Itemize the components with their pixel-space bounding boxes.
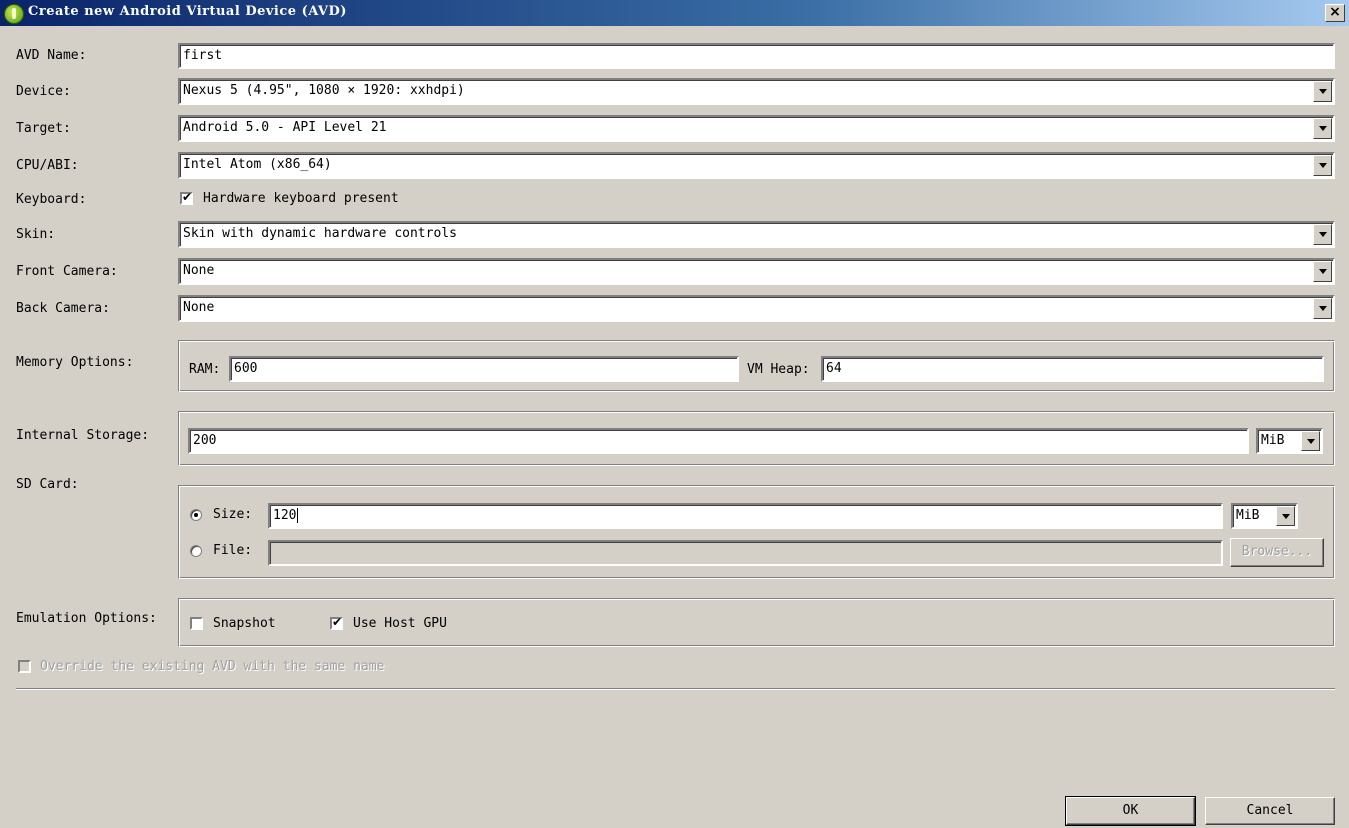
skin-value: Skin with dynamic hardware controls [183,226,457,241]
sd-size-radio[interactable] [190,509,202,521]
avd-name-value: first [183,48,223,63]
internal-storage-value: 200 [193,433,217,448]
device-value: Nexus 5 (4.95", 1080 × 1920: xxhdpi) [183,83,465,98]
use-host-gpu-checkbox[interactable] [330,615,343,630]
avd-name-input[interactable]: first [178,43,1335,69]
sd-size-input[interactable]: 120 [268,503,1223,529]
internal-storage-unit-select[interactable]: MiB [1256,428,1323,454]
internal-storage-label: Internal Storage: [16,428,150,443]
target-value: Android 5.0 - API Level 21 [183,120,387,135]
hardware-keyboard-checkbox[interactable] [180,190,193,205]
internal-storage-unit-value: MiB [1261,433,1285,448]
sd-size-label: Size: [213,507,253,522]
ram-label: RAM: [189,362,221,377]
vm-heap-input[interactable]: 64 [821,356,1324,382]
back-camera-select[interactable]: None [178,295,1335,322]
cpu-abi-label: CPU/ABI: [16,158,79,173]
chevron-down-icon[interactable] [1313,81,1332,102]
front-camera-select[interactable]: None [178,258,1335,285]
front-camera-value: None [183,263,215,278]
snapshot-checkbox[interactable] [190,617,203,630]
ram-value: 600 [234,361,258,376]
device-select[interactable]: Nexus 5 (4.95", 1080 × 1920: xxhdpi) [178,78,1335,105]
chevron-down-icon[interactable] [1313,298,1332,319]
skin-select[interactable]: Skin with dynamic hardware controls [178,221,1335,248]
sd-card-label: SD Card: [16,477,79,492]
chevron-down-icon[interactable] [1313,155,1332,176]
ok-button[interactable]: OK [1065,796,1196,826]
cpu-abi-select[interactable]: Intel Atom (x86_64) [178,152,1335,179]
device-label: Device: [16,84,71,99]
skin-label: Skin: [16,227,56,242]
sd-file-input[interactable] [268,540,1223,566]
browse-button[interactable]: Browse... [1230,538,1324,567]
target-select[interactable]: Android 5.0 - API Level 21 [178,115,1335,142]
override-label: Override the existing AVD with the same … [40,659,385,674]
back-camera-label: Back Camera: [16,301,110,316]
keyboard-label: Keyboard: [16,192,87,207]
android-app-icon [4,4,24,24]
sd-size-unit-select[interactable]: MiB [1231,503,1298,529]
window-title: Create new Android Virtual Device (AVD) [28,4,347,19]
hardware-keyboard-label: Hardware keyboard present [203,191,399,206]
text-cursor [297,508,299,523]
memory-options-label: Memory Options: [16,355,134,370]
override-checkbox[interactable] [18,660,31,673]
internal-storage-input[interactable]: 200 [188,428,1249,454]
chevron-down-icon[interactable] [1313,261,1332,282]
emulation-options-group [178,598,1335,647]
chevron-down-icon[interactable] [1301,431,1320,451]
sd-size-value: 120 [273,508,297,523]
vm-heap-label: VM Heap: [747,362,810,377]
sd-file-label: File: [213,543,253,558]
back-camera-value: None [183,300,215,315]
snapshot-label: Snapshot [213,616,276,631]
chevron-down-icon[interactable] [1313,224,1332,245]
ram-input[interactable]: 600 [229,356,739,382]
close-button[interactable]: × [1325,4,1345,22]
separator [16,688,1335,690]
vm-heap-value: 64 [826,361,842,376]
sd-file-radio[interactable] [190,545,202,557]
front-camera-label: Front Camera: [16,264,118,279]
sd-size-unit-value: MiB [1236,508,1260,523]
avd-name-label: AVD Name: [16,48,87,63]
chevron-down-icon[interactable] [1276,506,1295,526]
use-host-gpu-label: Use Host GPU [353,616,447,631]
cancel-button[interactable]: Cancel [1205,797,1335,825]
cpu-abi-value: Intel Atom (x86_64) [183,157,332,172]
chevron-down-icon[interactable] [1313,118,1332,139]
target-label: Target: [16,121,71,136]
emulation-options-label: Emulation Options: [16,611,157,626]
